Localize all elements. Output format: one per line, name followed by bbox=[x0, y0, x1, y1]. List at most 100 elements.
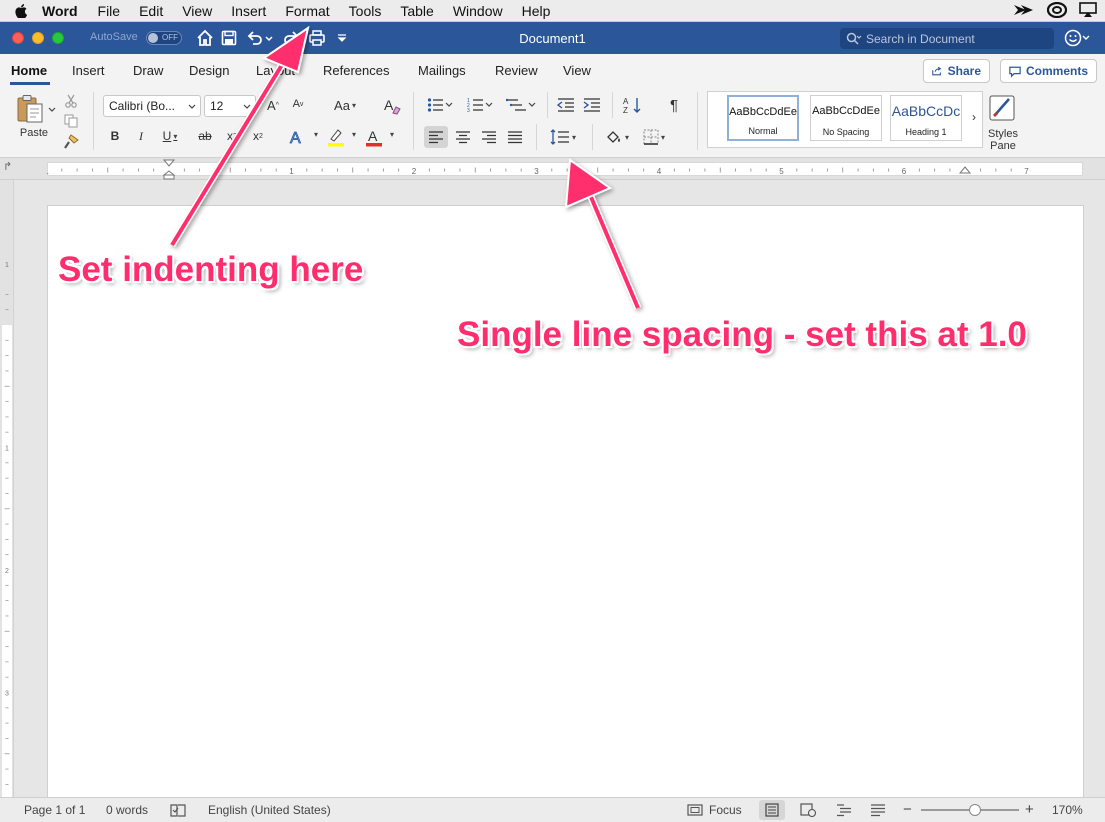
web-layout-icon[interactable] bbox=[800, 803, 816, 817]
document-page[interactable] bbox=[47, 205, 1084, 805]
multilevel-list-icon[interactable] bbox=[506, 97, 536, 113]
style-heading-1[interactable]: AaBbCcDc Heading 1 bbox=[890, 95, 962, 141]
comments-button[interactable]: Comments bbox=[1000, 59, 1097, 83]
clear-formatting-icon[interactable]: A bbox=[383, 97, 401, 115]
line-spacing-button[interactable]: ▾ bbox=[546, 126, 580, 148]
zoom-slider-track[interactable] bbox=[921, 804, 1019, 816]
paste-dropdown-chevron-icon[interactable] bbox=[48, 105, 56, 113]
tab-draw[interactable]: Draw bbox=[133, 63, 163, 78]
menu-app-name[interactable]: Word bbox=[42, 0, 78, 22]
sort-icon[interactable]: AZ bbox=[623, 96, 643, 114]
styles-pane-icon[interactable] bbox=[987, 93, 1019, 123]
tab-layout[interactable]: Layout bbox=[256, 63, 295, 78]
tab-home[interactable]: Home bbox=[11, 63, 47, 78]
paste-icon[interactable] bbox=[15, 93, 47, 125]
font-color-dropdown[interactable]: ▾ bbox=[386, 130, 396, 139]
tab-stop-selector-icon[interactable]: ↱ bbox=[3, 160, 12, 173]
autosave-toggle[interactable]: OFF bbox=[146, 31, 182, 45]
customize-toolbar-icon[interactable] bbox=[336, 29, 348, 47]
zoom-level[interactable]: 170% bbox=[1052, 803, 1083, 817]
creative-cloud-icon[interactable] bbox=[1047, 2, 1067, 18]
italic-button[interactable]: I bbox=[134, 129, 148, 144]
text-effects-dropdown[interactable]: ▾ bbox=[310, 130, 320, 139]
redo-icon[interactable] bbox=[282, 29, 300, 47]
print-layout-button[interactable] bbox=[759, 800, 785, 820]
numbering-icon[interactable]: 123 bbox=[467, 97, 493, 113]
zoom-out-button[interactable]: − bbox=[903, 801, 912, 818]
airplay-icon[interactable] bbox=[1079, 2, 1097, 18]
focus-label[interactable]: Focus bbox=[709, 803, 742, 817]
undo-dropdown-chevron-icon[interactable] bbox=[264, 29, 274, 47]
superscript-button[interactable]: x2 bbox=[250, 129, 266, 143]
font-color-icon[interactable]: A bbox=[364, 127, 384, 147]
close-window-button[interactable] bbox=[12, 32, 24, 44]
right-indent-marker-icon[interactable] bbox=[958, 165, 972, 177]
paste-label[interactable]: Paste bbox=[14, 127, 54, 139]
menu-file[interactable]: File bbox=[98, 0, 121, 22]
menu-help[interactable]: Help bbox=[522, 0, 551, 22]
menu-tools[interactable]: Tools bbox=[349, 0, 382, 22]
borders-button[interactable]: ▾ bbox=[638, 126, 670, 148]
focus-icon[interactable] bbox=[687, 804, 703, 816]
font-family-dropdown[interactable]: Calibri (Bo... bbox=[103, 95, 201, 117]
menu-edit[interactable]: Edit bbox=[139, 0, 163, 22]
language[interactable]: English (United States) bbox=[208, 803, 331, 817]
page-count[interactable]: Page 1 of 1 bbox=[24, 803, 85, 817]
menu-window[interactable]: Window bbox=[453, 0, 503, 22]
bold-button[interactable]: B bbox=[108, 129, 122, 143]
show-formatting-marks-button[interactable]: ¶ bbox=[666, 97, 682, 114]
font-size-dropdown[interactable]: 12 bbox=[204, 95, 256, 117]
tab-references[interactable]: References bbox=[323, 63, 389, 78]
grow-font-button[interactable]: A ^ bbox=[264, 98, 282, 113]
change-case-button[interactable]: Aa ▾ bbox=[330, 98, 360, 113]
styles-gallery-next-icon[interactable]: › bbox=[968, 110, 980, 124]
tab-design[interactable]: Design bbox=[189, 63, 229, 78]
highlight-dropdown[interactable]: ▾ bbox=[348, 130, 358, 139]
print-icon[interactable] bbox=[308, 29, 326, 47]
tab-view[interactable]: View bbox=[563, 63, 591, 78]
increase-indent-icon[interactable] bbox=[583, 97, 601, 113]
shading-button[interactable]: ▾ bbox=[601, 126, 633, 148]
word-count[interactable]: 0 words bbox=[106, 803, 148, 817]
copy-icon[interactable] bbox=[64, 114, 78, 128]
save-icon[interactable] bbox=[220, 29, 238, 47]
underline-button[interactable]: U ▾ bbox=[158, 129, 182, 143]
style-normal[interactable]: AaBbCcDdEe Normal bbox=[727, 95, 799, 141]
shrink-font-button[interactable]: Av bbox=[289, 98, 307, 110]
menu-table[interactable]: Table bbox=[400, 0, 433, 22]
cut-icon[interactable] bbox=[64, 94, 78, 108]
tab-mailings[interactable]: Mailings bbox=[418, 63, 466, 78]
feedback-smiley-icon[interactable] bbox=[1064, 29, 1090, 47]
format-painter-icon[interactable] bbox=[63, 134, 79, 150]
decrease-indent-icon[interactable] bbox=[557, 97, 575, 113]
search-box[interactable] bbox=[840, 28, 1054, 49]
style-no-spacing[interactable]: AaBbCcDdEe No Spacing bbox=[810, 95, 882, 141]
proofing-book-icon[interactable] bbox=[170, 804, 186, 817]
tab-insert[interactable]: Insert bbox=[72, 63, 105, 78]
styles-pane-label-line2[interactable]: Pane bbox=[983, 140, 1023, 152]
zoom-slider-knob[interactable] bbox=[968, 804, 981, 816]
justify-button[interactable] bbox=[506, 126, 524, 148]
home-icon[interactable] bbox=[196, 29, 214, 47]
search-input[interactable] bbox=[866, 31, 1046, 46]
rocket-status-icon[interactable] bbox=[1013, 2, 1035, 18]
menu-insert[interactable]: Insert bbox=[231, 0, 266, 22]
menu-view[interactable]: View bbox=[182, 0, 212, 22]
menu-format[interactable]: Format bbox=[285, 0, 329, 22]
undo-icon[interactable] bbox=[246, 29, 264, 47]
zoom-in-button[interactable]: + bbox=[1025, 801, 1034, 818]
zoom-window-button[interactable] bbox=[52, 32, 64, 44]
minimize-window-button[interactable] bbox=[32, 32, 44, 44]
tab-review[interactable]: Review bbox=[495, 63, 538, 78]
highlight-icon[interactable] bbox=[326, 127, 346, 147]
align-center-button[interactable] bbox=[454, 126, 472, 148]
align-right-button[interactable] bbox=[480, 126, 498, 148]
subscript-button[interactable]: x2 bbox=[224, 129, 240, 143]
bullets-icon[interactable] bbox=[427, 97, 453, 113]
indent-markers-icon[interactable] bbox=[162, 159, 176, 181]
apple-logo-icon[interactable] bbox=[14, 3, 28, 18]
text-effects-icon[interactable]: A bbox=[288, 128, 308, 146]
draft-view-icon[interactable] bbox=[870, 803, 886, 817]
share-button[interactable]: Share bbox=[923, 59, 990, 83]
align-left-button[interactable] bbox=[424, 126, 448, 148]
